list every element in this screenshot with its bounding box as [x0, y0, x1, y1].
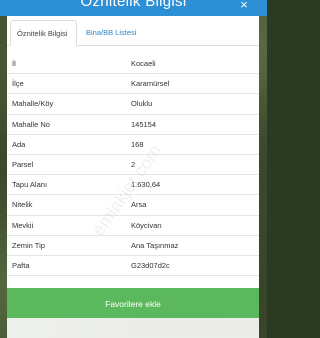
table-row: Tapu Alanı 1.630,64	[7, 175, 259, 196]
row-value: Oluklu	[131, 99, 153, 109]
table-row: Ada 168	[7, 135, 259, 155]
table-row: İlçe Karamürsel	[7, 74, 259, 95]
row-value: G23d07d2c	[131, 260, 170, 270]
row-label: Mahalle No	[12, 119, 50, 129]
row-value: Karamürsel	[131, 79, 170, 89]
row-label: Zemin Tip	[12, 240, 45, 250]
row-label: Tapu Alanı	[12, 180, 48, 190]
row-value: 1.630,64	[131, 180, 161, 190]
row-value: 145154	[131, 119, 157, 129]
dialog-title: Öznitelik Bilgisi	[80, 0, 187, 10]
row-label: Pafta	[12, 260, 30, 270]
table-row: Mahalle No 145154	[7, 115, 259, 135]
row-value: Kocaeli	[131, 59, 156, 68]
tab-bar: Öznitelik Bilgisi Bina/BB Listesi	[7, 20, 259, 46]
row-value: Köycivarı	[131, 220, 162, 230]
row-label: Mahalle/Köy	[12, 99, 54, 109]
table-row: Nitelik Arsa	[7, 195, 259, 216]
row-label: Ada	[12, 139, 26, 149]
table-row: Pafta G23d07d2c	[7, 256, 259, 277]
table-row: Mahalle/Köy Oluklu	[7, 94, 259, 115]
row-label: Nitelik	[12, 200, 33, 210]
tab-attribute-info[interactable]: Öznitelik Bilgisi	[10, 20, 77, 46]
row-label: İl	[12, 59, 16, 68]
table-row: Parsel 2	[7, 155, 259, 176]
attribute-table: İl Kocaeli İlçe Karamürsel Mahalle/Köy O…	[7, 54, 259, 277]
row-label: İlçe	[12, 79, 24, 89]
table-row: Zemin Tip Ana Taşınmaz	[7, 236, 259, 256]
add-to-favorites-button[interactable]: Favorilere ekle	[7, 288, 259, 318]
tab-building-list[interactable]: Bina/BB Listesi	[80, 20, 142, 45]
dialog-header: Öznitelik Bilgisi ×	[0, 0, 267, 16]
table-row: İl Kocaeli	[7, 54, 259, 75]
panel-footer	[7, 318, 259, 338]
attribute-panel: Öznitelik Bilgisi Bina/BB Listesi İl Koc…	[7, 16, 259, 288]
row-label: Parsel	[12, 159, 34, 169]
close-icon[interactable]: ×	[237, 0, 251, 11]
table-row: Mevkii Köycivarı	[7, 216, 259, 236]
row-value: 168	[131, 139, 144, 149]
row-value: Ana Taşınmaz	[131, 240, 179, 250]
row-value: Arsa	[131, 200, 147, 210]
row-label: Mevkii	[12, 220, 34, 230]
row-value: 2	[131, 159, 136, 169]
